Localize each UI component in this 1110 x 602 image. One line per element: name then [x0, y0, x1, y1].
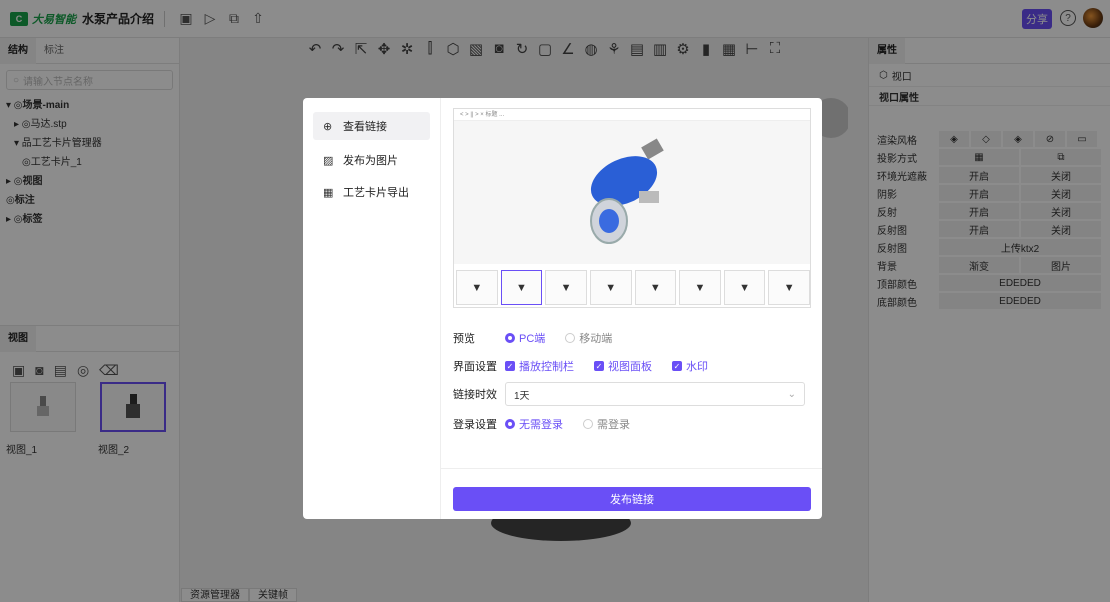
- preview-thumb[interactable]: ▼: [589, 270, 632, 305]
- link-expiry-label: 链接时效: [453, 389, 497, 401]
- radio-unchecked-icon: [583, 419, 593, 429]
- preview-mode-label: 预览: [453, 333, 475, 345]
- preview-thumb[interactable]: ▼: [456, 270, 498, 305]
- preview-thumb[interactable]: ▼: [723, 270, 766, 305]
- link-expiry-row: 链接时效 1天 ⌄: [453, 382, 805, 406]
- menu-label: 发布为图片: [343, 155, 398, 167]
- radio-no-login[interactable]: 无需登录: [505, 416, 563, 432]
- radio-pc[interactable]: PC端: [505, 330, 545, 346]
- radio-label: PC端: [519, 333, 546, 345]
- login-settings-row: 登录设置 无需登录 需登录: [453, 416, 650, 432]
- checkbox-play-controls[interactable]: ✓ 播放控制栏: [505, 358, 574, 374]
- radio-unchecked-icon: [565, 333, 576, 343]
- checkbox-label: 水印: [686, 361, 708, 373]
- pump-preview-image: [590, 138, 664, 244]
- checkbox-label: 视图面板: [608, 361, 652, 373]
- check-icon: ✓: [594, 361, 604, 371]
- radio-label: 无需登录: [519, 419, 563, 431]
- checkbox-view-panel[interactable]: ✓ 视图面板: [594, 358, 652, 374]
- publish-link-button[interactable]: 发布链接: [453, 487, 811, 511]
- check-icon: ✓: [672, 361, 682, 371]
- share-menu: ⊕ 查看链接 ▨ 发布为图片 ▦ 工艺卡片导出: [303, 98, 441, 519]
- menu-view-link[interactable]: ⊕ 查看链接: [313, 112, 430, 140]
- radio-checked-icon: [505, 419, 515, 429]
- checkbox-watermark[interactable]: ✓ 水印: [672, 358, 708, 374]
- preview-thumb-strip: ▼ ▼ ▼ ▼ ▼ ▼ ▼ ▼: [454, 264, 810, 307]
- ui-settings-row: 界面设置 ✓ 播放控制栏 ✓ 视图面板 ✓ 水印: [453, 358, 728, 374]
- radio-label: 需登录: [597, 419, 630, 431]
- checkbox-label: 播放控制栏: [519, 361, 574, 373]
- radio-checked-icon: [505, 333, 515, 343]
- radio-label: 移动端: [579, 333, 613, 345]
- login-settings-label: 登录设置: [453, 419, 497, 431]
- radio-mobile[interactable]: 移动端: [565, 330, 612, 346]
- preview-thumb[interactable]: ▼: [500, 270, 543, 305]
- link-expiry-select[interactable]: 1天 ⌄: [505, 382, 805, 406]
- preview-thumb[interactable]: ▼: [545, 270, 587, 305]
- link-preview: < > || > × 标题 ... ▼ ▼ ▼ ▼ ▼ ▼ ▼ ▼: [453, 108, 811, 308]
- preview-mode-row: 预览 PC端 移动端: [453, 330, 632, 346]
- globe-icon: ⊕: [323, 120, 333, 133]
- chevron-down-icon: ⌄: [787, 388, 796, 400]
- menu-label: 查看链接: [343, 121, 387, 133]
- share-dialog: ⊕ 查看链接 ▨ 发布为图片 ▦ 工艺卡片导出 < > || > × 标题 ..…: [303, 98, 822, 519]
- table-icon: ▦: [323, 186, 334, 199]
- check-icon: ✓: [505, 361, 515, 371]
- menu-publish-image[interactable]: ▨ 发布为图片: [313, 146, 430, 174]
- ui-settings-label: 界面设置: [453, 361, 497, 373]
- divider: [441, 468, 822, 469]
- menu-export-card[interactable]: ▦ 工艺卡片导出: [313, 178, 430, 206]
- preview-thumb[interactable]: ▼: [634, 270, 677, 305]
- preview-thumb[interactable]: ▼: [679, 270, 721, 305]
- menu-label: 工艺卡片导出: [343, 187, 409, 199]
- preview-header: < > || > × 标题 ...: [454, 109, 810, 121]
- select-value: 1天: [514, 390, 530, 402]
- radio-require-login[interactable]: 需登录: [583, 416, 630, 432]
- image-icon: ▨: [323, 154, 334, 167]
- preview-thumb[interactable]: ▼: [768, 270, 810, 305]
